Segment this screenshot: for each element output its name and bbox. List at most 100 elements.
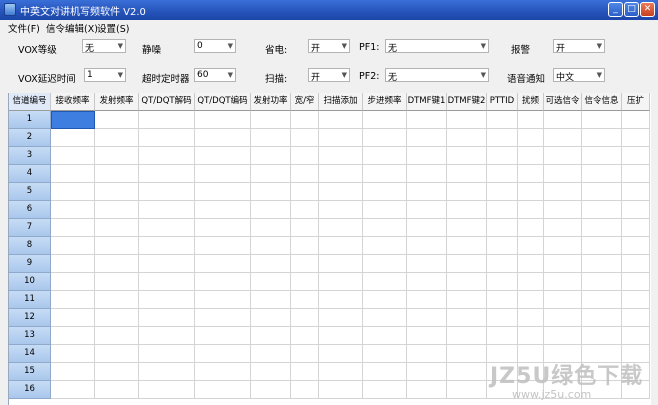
- menu-settings[interactable]: 设置(S): [97, 21, 129, 35]
- table-cell[interactable]: [407, 165, 447, 183]
- table-cell[interactable]: [407, 345, 447, 363]
- table-cell[interactable]: [291, 237, 319, 255]
- table-cell[interactable]: [291, 345, 319, 363]
- table-cell[interactable]: [251, 363, 291, 381]
- table-cell[interactable]: [544, 309, 582, 327]
- table-cell[interactable]: [582, 129, 622, 147]
- table-cell[interactable]: [544, 165, 582, 183]
- table-cell[interactable]: [51, 237, 95, 255]
- table-cell[interactable]: [487, 129, 518, 147]
- table-cell[interactable]: [319, 255, 363, 273]
- table-cell[interactable]: [319, 129, 363, 147]
- table-cell[interactable]: [195, 237, 251, 255]
- table-cell[interactable]: [622, 219, 650, 237]
- table-cell[interactable]: [291, 255, 319, 273]
- table-cell[interactable]: [518, 291, 544, 309]
- table-cell[interactable]: [195, 129, 251, 147]
- table-cell[interactable]: [319, 111, 363, 129]
- alarm-select[interactable]: 开 ▼: [553, 39, 605, 54]
- table-cell[interactable]: [447, 309, 487, 327]
- table-cell[interactable]: [487, 381, 518, 399]
- row-header[interactable]: 9: [9, 255, 51, 273]
- table-cell[interactable]: [291, 327, 319, 345]
- table-cell[interactable]: [487, 237, 518, 255]
- table-cell[interactable]: [544, 345, 582, 363]
- table-cell[interactable]: [487, 201, 518, 219]
- table-cell[interactable]: [487, 291, 518, 309]
- table-cell[interactable]: [518, 219, 544, 237]
- table-cell[interactable]: [139, 273, 195, 291]
- table-cell[interactable]: [51, 219, 95, 237]
- table-cell[interactable]: [582, 381, 622, 399]
- table-cell[interactable]: [139, 165, 195, 183]
- table-cell[interactable]: [139, 129, 195, 147]
- table-cell[interactable]: [363, 129, 407, 147]
- table-cell[interactable]: [195, 309, 251, 327]
- table-cell[interactable]: [582, 165, 622, 183]
- table-cell[interactable]: [51, 129, 95, 147]
- table-cell[interactable]: [51, 255, 95, 273]
- menu-signal-edit[interactable]: 信令编辑(X): [46, 21, 98, 35]
- table-cell[interactable]: [622, 201, 650, 219]
- table-cell[interactable]: [251, 291, 291, 309]
- table-cell[interactable]: [407, 273, 447, 291]
- table-cell[interactable]: [291, 273, 319, 291]
- table-cell[interactable]: [195, 291, 251, 309]
- table-cell[interactable]: [139, 363, 195, 381]
- table-cell[interactable]: [139, 201, 195, 219]
- table-cell[interactable]: [622, 255, 650, 273]
- table-cell[interactable]: [518, 327, 544, 345]
- column-header[interactable]: QT/DQT编码: [195, 93, 251, 111]
- table-cell[interactable]: [139, 309, 195, 327]
- table-cell[interactable]: [622, 111, 650, 129]
- table-cell[interactable]: [582, 291, 622, 309]
- table-cell[interactable]: [251, 309, 291, 327]
- table-cell[interactable]: [139, 255, 195, 273]
- table-cell[interactable]: [251, 183, 291, 201]
- table-cell[interactable]: [363, 255, 407, 273]
- table-cell[interactable]: [487, 219, 518, 237]
- table-cell[interactable]: [291, 363, 319, 381]
- column-header[interactable]: 接收频率: [51, 93, 95, 111]
- table-cell[interactable]: [139, 183, 195, 201]
- table-cell[interactable]: [363, 219, 407, 237]
- table-cell[interactable]: [319, 237, 363, 255]
- column-header[interactable]: DTMF键1: [407, 93, 447, 111]
- voice-select[interactable]: 中文 ▼: [553, 68, 605, 83]
- table-cell[interactable]: [51, 111, 95, 129]
- table-cell[interactable]: [319, 273, 363, 291]
- table-cell[interactable]: [544, 219, 582, 237]
- channel-grid[interactable]: 信道编号 接收频率 发射频率 QT/DQT解码 QT/DQT编码 发射功率 宽/窄 扫描添加步…: [8, 93, 651, 405]
- table-cell[interactable]: [95, 363, 139, 381]
- table-cell[interactable]: [251, 255, 291, 273]
- row-header[interactable]: 13: [9, 327, 51, 345]
- pf1-select[interactable]: 无 ▼: [385, 39, 489, 54]
- table-cell[interactable]: [251, 111, 291, 129]
- pf2-select[interactable]: 无 ▼: [385, 68, 489, 83]
- table-cell[interactable]: [195, 345, 251, 363]
- table-cell[interactable]: [407, 111, 447, 129]
- table-cell[interactable]: [518, 147, 544, 165]
- table-cell[interactable]: [251, 237, 291, 255]
- table-cell[interactable]: [319, 327, 363, 345]
- table-cell[interactable]: [51, 327, 95, 345]
- table-cell[interactable]: [518, 381, 544, 399]
- table-cell[interactable]: [447, 237, 487, 255]
- table-cell[interactable]: [544, 201, 582, 219]
- table-cell[interactable]: [487, 309, 518, 327]
- menu-file[interactable]: 文件(F): [8, 21, 40, 35]
- table-cell[interactable]: [487, 183, 518, 201]
- row-header[interactable]: 16: [9, 381, 51, 399]
- table-cell[interactable]: [582, 363, 622, 381]
- table-cell[interactable]: [195, 219, 251, 237]
- table-cell[interactable]: [251, 345, 291, 363]
- table-cell[interactable]: [195, 111, 251, 129]
- table-cell[interactable]: [291, 183, 319, 201]
- table-cell[interactable]: [518, 111, 544, 129]
- table-cell[interactable]: [407, 129, 447, 147]
- table-cell[interactable]: [582, 345, 622, 363]
- table-cell[interactable]: [319, 309, 363, 327]
- table-cell[interactable]: [95, 273, 139, 291]
- row-header[interactable]: 11: [9, 291, 51, 309]
- table-cell[interactable]: [195, 255, 251, 273]
